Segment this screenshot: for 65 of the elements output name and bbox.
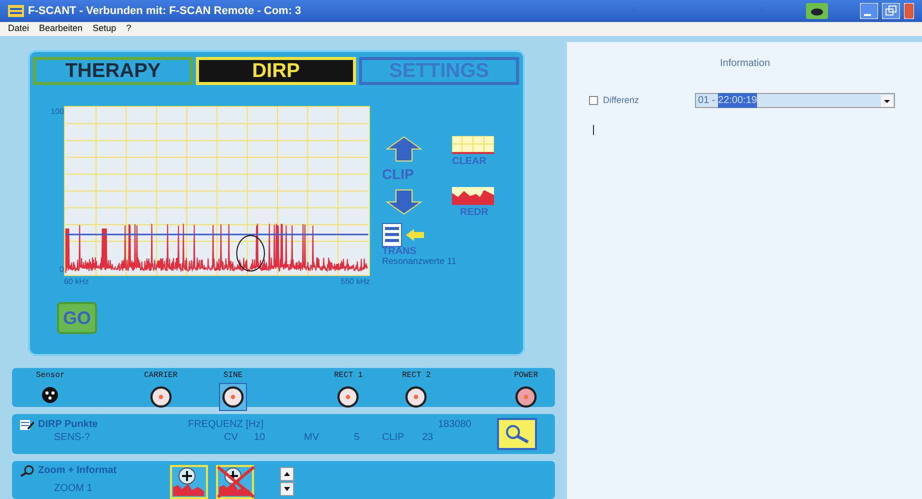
arrow-left-icon [406,229,424,241]
clear-label: CLEAR [452,155,486,169]
tab[interactable]: DIRP [196,57,356,85]
menu-item[interactable]: Datei [8,22,30,36]
grid-icon[interactable] [452,136,494,154]
axis-label: 0 [60,264,64,276]
zoom-level: ZOOM 1 [54,482,94,496]
sensitivity-label: SENS-? [54,431,92,445]
dropdown-value: 01 - [698,94,716,108]
cv-label: CV [224,431,239,445]
channel-button[interactable] [219,383,247,411]
channel-label: POWER [514,370,538,382]
axis-label: 60 kHz [64,276,89,288]
tray-icon[interactable] [806,3,828,19]
panel-title: Zoom + Informat [38,464,117,478]
connector-icon [337,386,360,408]
search-button[interactable] [497,418,537,450]
cv-value: 10 [254,431,266,445]
difference-label: Differenz [603,94,640,107]
connector-icon [405,386,428,408]
info-title: Information [720,57,772,71]
minimize-icon[interactable] [860,3,878,19]
tab[interactable]: THERAPY [33,57,193,85]
zoom-reset-icon[interactable] [216,465,256,499]
axis-label: 550 kHz [340,276,370,288]
restore-icon[interactable] [882,3,900,19]
mv-label: MV [304,431,320,445]
window-title: F-SCANT - Verbunden mit: F-SCAN Remote - Com: 3 [28,4,302,19]
caret-icon[interactable] [881,94,893,106]
arrow-down-icon[interactable] [386,189,422,215]
clip-label: CLIP [382,431,406,445]
frequency-value: 183080 [438,418,472,432]
text-cursor-icon [593,125,594,135]
difference-checkbox[interactable] [589,96,598,105]
text-block-icon[interactable] [382,223,402,247]
area-chart-icon[interactable] [452,187,494,205]
redraw-label: REDR [460,206,488,220]
connector-icon [222,386,244,408]
channel-label: CARRIER [144,370,178,382]
trans-label: TRANS [382,247,418,257]
app-icon [8,4,24,18]
menu-item[interactable]: Bearbeiten [39,22,83,36]
close-icon[interactable] [904,3,914,19]
channel-label: Sensor [36,370,65,382]
mv-value: 5 [354,431,361,445]
clip-label: CLIP [382,165,415,184]
channel-label: SINE [223,370,243,382]
arrow-up-icon[interactable] [386,136,422,162]
dropdown-selection: 22:00:19 [718,93,757,108]
spinner-icon[interactable] [280,467,294,497]
axis-label: 100 [50,106,64,118]
date-dropdown[interactable]: 01 - 22:00:19 [695,93,895,108]
sensor-icon [41,386,60,404]
channel-label: RECT 2 [402,370,431,382]
connector-icon [515,386,537,408]
panel-title: DIRP Punkte [38,418,99,432]
search-icon [504,424,530,444]
channel-label: RECT 1 [334,370,363,382]
menu-item[interactable]: ? [126,22,132,36]
menu-item[interactable]: Setup [92,22,116,36]
edit-list-icon [20,420,34,430]
clip-value: 23 [422,431,434,445]
frequency-label: FREQUENZ [Hz] [188,418,265,432]
connector-icon [150,386,172,408]
zoom-in-icon[interactable] [170,465,208,499]
